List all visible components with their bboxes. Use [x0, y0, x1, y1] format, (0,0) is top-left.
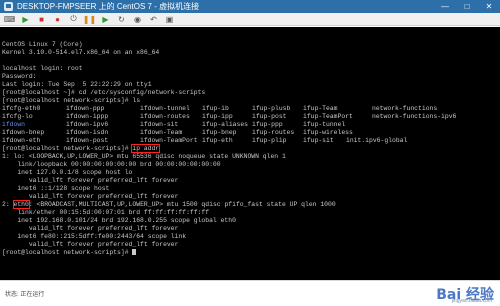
file-entry: ifdown-ppp — [66, 105, 105, 112]
eth0-interface-highlight: eth0 — [12, 200, 30, 209]
file-entry: ifdown-routes — [140, 113, 190, 120]
console-line: [root@localhost ~]# cd /etc/sysconfig/ne… — [2, 89, 206, 96]
power-icon[interactable]: ⏻ — [67, 14, 80, 24]
reset-icon[interactable]: ↻ — [115, 14, 128, 24]
console-line: CentOS Linux 7 (Core) — [2, 41, 83, 48]
file-entry: ifup-plip — [252, 137, 287, 144]
console-line: inet6 ::1/128 scope host — [2, 185, 110, 192]
stop-icon[interactable]: ■ — [35, 14, 48, 24]
file-entry: ifdown-TeamPort — [140, 137, 198, 144]
shutdown-icon[interactable]: ● — [51, 14, 64, 24]
file-entry: ifup-ib — [202, 105, 229, 112]
window-title-bar: DESKTOP-FMPSEER 上的 CentOS 7 - 虚拟机连接 — □ … — [0, 0, 500, 13]
file-entry: ifup-ppp — [252, 121, 283, 128]
ip-addr-command-highlight: ip addr — [131, 144, 161, 153]
console-line: link/loopback 00:00:00:00:00:00 brd 00:0… — [2, 161, 221, 168]
console-line: Last login: Tue Sep 5 22:22:29 on tty1 — [2, 81, 152, 88]
file-entry: ifcfg-eth0 — [2, 105, 41, 112]
file-entry: ifup-post — [252, 113, 287, 120]
console-line: localhost login: root — [2, 65, 83, 72]
file-entry: ifup-wireless — [303, 129, 353, 136]
vm-connection-icon — [4, 2, 13, 11]
file-entry: ifup-aliases — [202, 121, 249, 128]
file-entry: ifdown-ippp — [66, 113, 109, 120]
console-line: inet 192.168.0.101/24 brd 192.168.0.255 … — [2, 217, 236, 224]
file-entry: ifdown — [2, 121, 26, 128]
file-entry: ifup-ipp — [202, 113, 233, 120]
file-entry: ifup-bnep — [202, 129, 237, 136]
file-entry: ifup-Team — [303, 105, 338, 112]
file-entry: ifdown-ipv6 — [66, 121, 109, 128]
file-entry: ifdown-eth — [2, 137, 41, 144]
file-entry: ifdown-post — [66, 137, 109, 144]
baidu-watermark-url: jingyan.baidu.com — [451, 298, 492, 304]
shell-prompt: [root@localhost network-scripts]# — [2, 249, 133, 256]
revert-icon[interactable]: ↶ — [147, 14, 160, 24]
vm-status-text: 状态: 正在运行 — [5, 292, 45, 298]
play-icon[interactable]: ▶ — [99, 14, 112, 24]
file-entry: ifdown-sit — [140, 121, 179, 128]
file-entry: ifup-plusb — [252, 105, 291, 112]
console-line: Password: — [2, 73, 37, 80]
file-entry: ifcfg-lo — [2, 113, 33, 120]
shell-prompt: [root@localhost network-scripts]# — [2, 145, 133, 152]
file-entry: ifup-routes — [252, 129, 295, 136]
file-entry: ifup-eth — [202, 137, 233, 144]
start-icon[interactable]: ▶ — [19, 14, 32, 24]
file-entry: network-functions — [372, 105, 438, 112]
status-bar: 状态: 正在运行 Bai 经验 jingyan.baidu.com — [0, 280, 500, 306]
file-entry: ifdown-tunnel — [140, 105, 190, 112]
vm-toolbar: ⌨ ▶ ■ ● ⏻ ❚❚ ▶ ↻ ◉ ↶ ▣ — [0, 13, 500, 26]
file-entry: ifdown-bnep — [2, 129, 45, 136]
file-entry: ifup-tunnel — [303, 121, 346, 128]
ctrl-alt-del-icon[interactable]: ⌨ — [3, 14, 16, 24]
minimize-button[interactable]: — — [434, 0, 456, 13]
console-line: [root@localhost network-scripts]# ls — [2, 97, 141, 104]
console-line: valid_lft forever preferred_lft forever — [2, 225, 179, 232]
file-entry: ifdown-Team — [140, 129, 183, 136]
console-line: valid_lft forever preferred_lft forever — [2, 177, 179, 184]
text-cursor — [132, 249, 137, 255]
console-line: inet6 fe80::215:5dff:fe00:2443/64 scope … — [2, 233, 187, 240]
checkpoint-icon[interactable]: ◉ — [131, 14, 144, 24]
file-entry: init.ipv6-global — [346, 137, 408, 144]
console-line: 1: lo: <LOOPBACK,UP,LOWER_UP> mtu 65536 … — [2, 153, 286, 160]
console-line-eth0: 2: eth0: <BROADCAST,MULTICAST,UP,LOWER_U… — [2, 200, 336, 209]
console-line: link/ether 00:15:5d:00:07:01 brd ff:ff:f… — [2, 209, 210, 216]
file-entry: network-functions-ipv6 — [372, 113, 457, 120]
maximize-button[interactable]: □ — [456, 0, 478, 13]
console-line: Kernel 3.10.0-514.el7.x86_64 on an x86_6… — [2, 49, 160, 56]
console-line: valid_lft forever preferred_lft forever — [2, 193, 179, 200]
terminal-console[interactable]: CentOS Linux 7 (Core) Kernel 3.10.0-514.… — [0, 27, 500, 280]
file-entry: ifup-sit — [303, 137, 334, 144]
console-line-ip-addr: [root@localhost network-scripts]# ip add… — [2, 144, 161, 153]
file-entry: ifdown-isdn — [66, 129, 109, 136]
console-line-prompt: [root@localhost network-scripts]# — [2, 249, 137, 257]
console-line: valid_lft forever preferred_lft forever — [2, 241, 179, 248]
pause-icon[interactable]: ❚❚ — [83, 14, 96, 24]
window-title: DESKTOP-FMPSEER 上的 CentOS 7 - 虚拟机连接 — [17, 2, 200, 11]
file-entry: ifup-TeamPort — [303, 113, 353, 120]
console-line: inet 127.0.0.1/8 scope host lo — [2, 169, 133, 176]
enhanced-session-icon[interactable]: ▣ — [163, 14, 176, 24]
close-button[interactable]: ✕ — [478, 0, 500, 13]
